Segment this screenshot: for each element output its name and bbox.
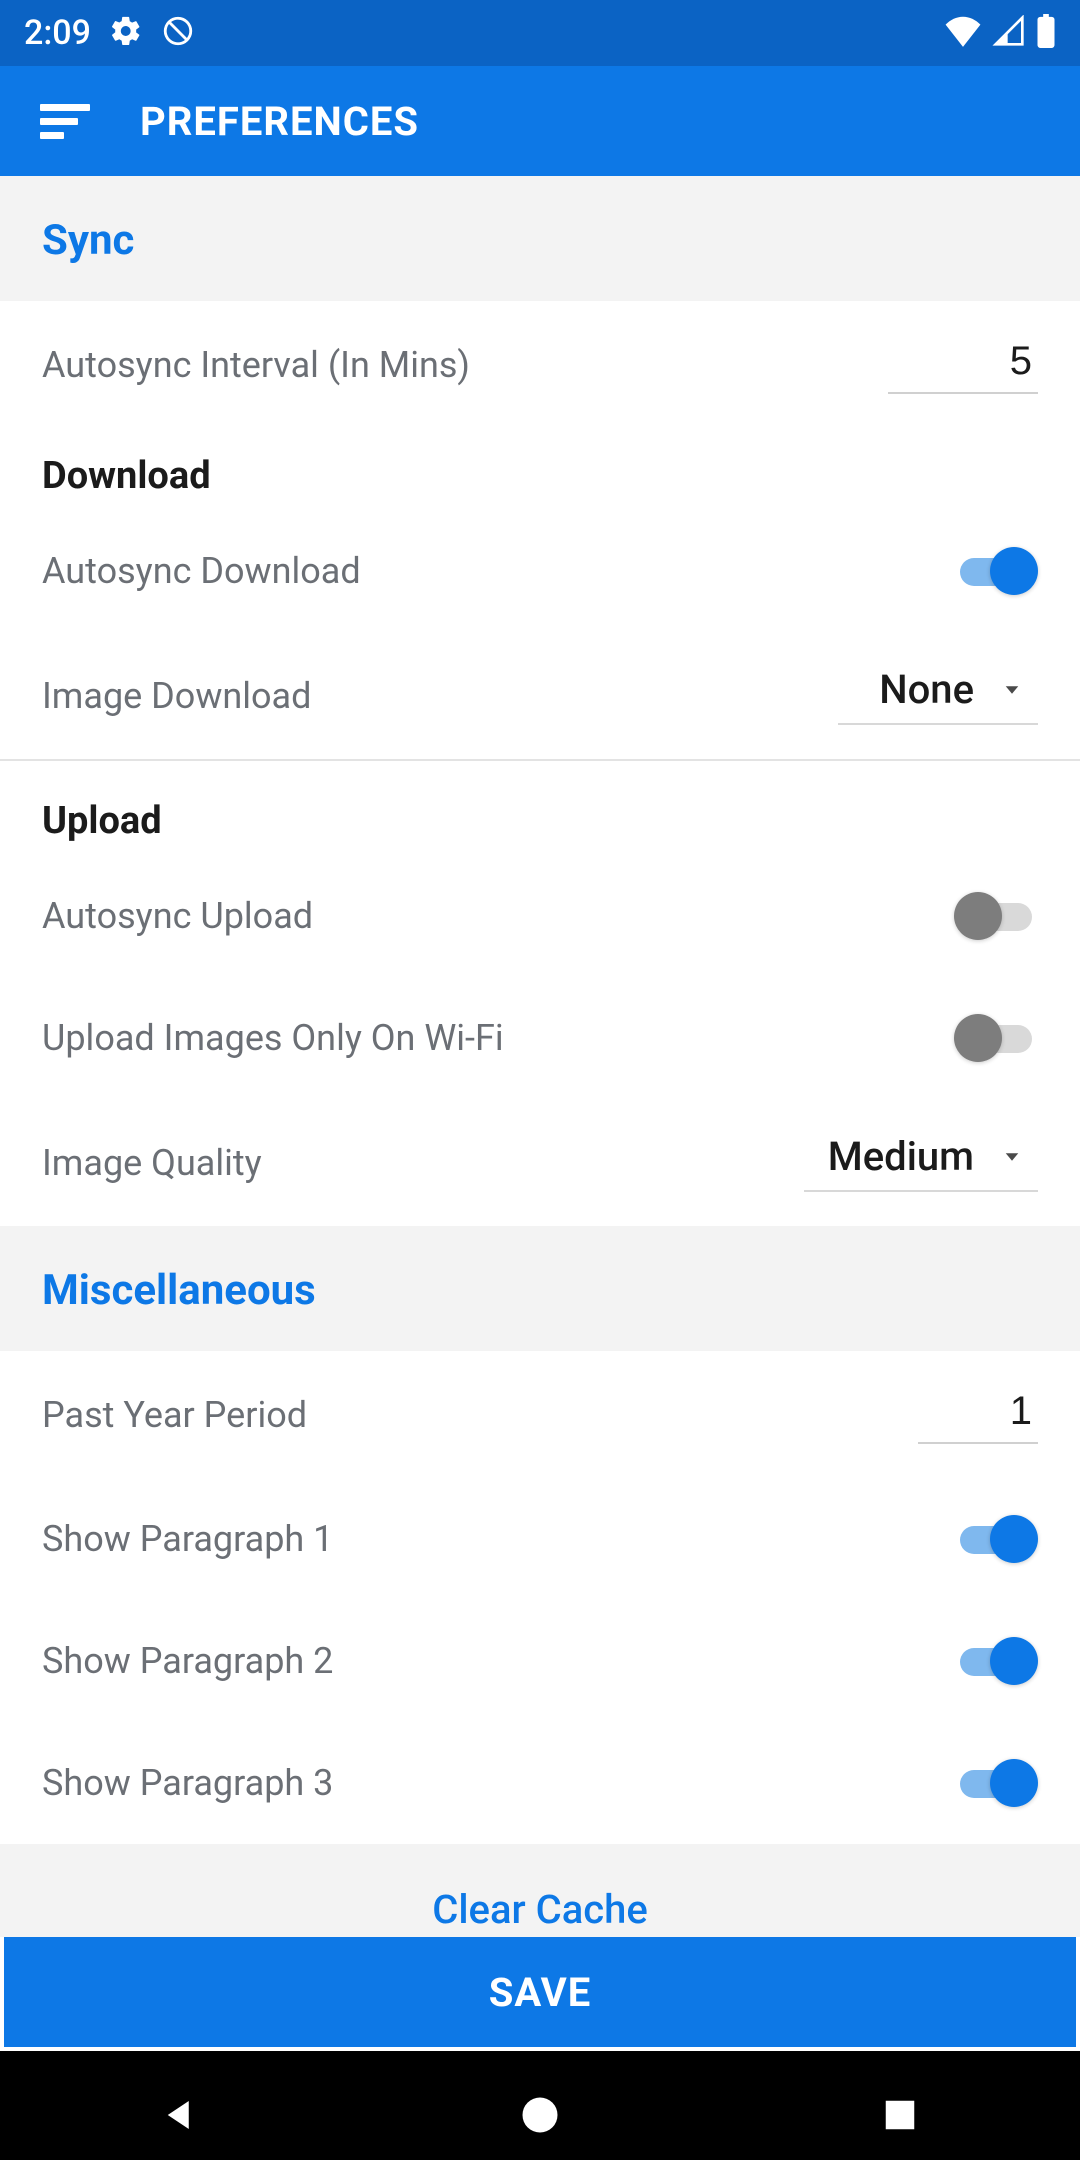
nav-back-button[interactable]: [80, 2075, 280, 2155]
image-quality-select[interactable]: Medium: [804, 1133, 1038, 1192]
no-sync-icon: [161, 14, 195, 52]
upload-subheader: Upload: [42, 761, 1038, 855]
chevron-down-icon: [992, 675, 1032, 705]
page-title: PREFERENCES: [140, 98, 419, 145]
show-p1-toggle[interactable]: [954, 1512, 1038, 1566]
past-year-input[interactable]: [918, 1385, 1038, 1444]
status-time: 2:09: [24, 13, 91, 53]
gear-icon: [109, 14, 143, 52]
section-misc-header: Miscellaneous: [0, 1226, 1080, 1351]
section-sync-header: Sync: [0, 176, 1080, 301]
app-bar: PREFERENCES: [0, 66, 1080, 176]
autosync-download-toggle[interactable]: [954, 544, 1038, 598]
autosync-upload-toggle[interactable]: [954, 889, 1038, 943]
download-subheader: Download: [42, 428, 1038, 510]
signal-icon: [992, 15, 1026, 51]
show-p2-toggle[interactable]: [954, 1634, 1038, 1688]
battery-icon: [1036, 14, 1056, 52]
nav-recent-button[interactable]: [800, 2075, 1000, 2155]
nav-home-button[interactable]: [440, 2075, 640, 2155]
show-p1-label: Show Paragraph 1: [42, 1518, 333, 1560]
save-button[interactable]: SAVE: [4, 1937, 1076, 2047]
upload-wifi-label: Upload Images Only On Wi-Fi: [42, 1017, 504, 1059]
content-scroll[interactable]: Sync Autosync Interval (In Mins) Downloa…: [0, 176, 1080, 1937]
autosync-interval-label: Autosync Interval (In Mins): [42, 344, 470, 386]
image-download-label: Image Download: [42, 675, 311, 717]
nav-bar: [0, 2051, 1080, 2160]
show-p2-label: Show Paragraph 2: [42, 1640, 333, 1682]
clear-cache-button[interactable]: Clear Cache: [0, 1844, 1080, 1937]
wifi-icon: [944, 15, 982, 51]
autosync-download-label: Autosync Download: [42, 550, 361, 592]
show-p3-toggle[interactable]: [954, 1756, 1038, 1810]
show-p3-label: Show Paragraph 3: [42, 1762, 333, 1804]
footer: Clear Cache: [0, 1844, 1080, 1937]
autosync-interval-input[interactable]: [888, 335, 1038, 394]
autosync-upload-label: Autosync Upload: [42, 895, 313, 937]
upload-wifi-toggle[interactable]: [954, 1011, 1038, 1065]
image-download-select[interactable]: None: [838, 666, 1038, 725]
status-bar: 2:09: [0, 0, 1080, 66]
menu-icon[interactable]: [40, 101, 90, 141]
past-year-label: Past Year Period: [42, 1394, 307, 1436]
image-quality-label: Image Quality: [42, 1142, 262, 1184]
chevron-down-icon: [992, 1142, 1032, 1172]
